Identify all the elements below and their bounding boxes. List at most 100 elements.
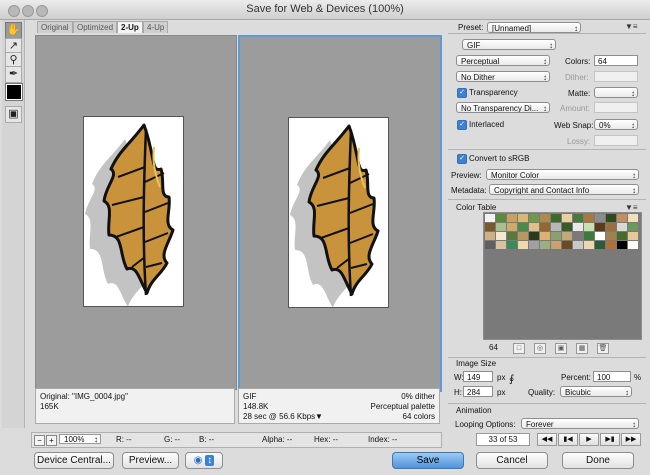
color-swatch[interactable]	[518, 214, 528, 222]
interlaced-checkbox[interactable]: ✓	[457, 120, 467, 130]
color-swatch[interactable]	[518, 241, 528, 249]
preview-color-select[interactable]: Monitor Color	[486, 169, 639, 180]
speed-menu-icon[interactable]: ▼	[315, 412, 323, 422]
next-frame-icon[interactable]: ▶▮	[600, 433, 620, 446]
delete-color-icon[interactable]: 🗑	[597, 343, 609, 354]
metadata-select[interactable]: Copyright and Contact Info	[489, 184, 639, 195]
color-swatch[interactable]	[529, 214, 539, 222]
constrain-proportions-icon[interactable]: ∮	[509, 374, 514, 385]
color-swatch[interactable]	[507, 214, 517, 222]
map-to-transparent-icon[interactable]: □	[513, 343, 525, 354]
color-swatch[interactable]	[540, 241, 550, 249]
color-swatch[interactable]	[496, 241, 506, 249]
color-swatch[interactable]	[540, 223, 550, 231]
color-swatch[interactable]	[518, 223, 528, 231]
color-swatch[interactable]	[628, 232, 638, 240]
color-table-grid[interactable]	[483, 212, 642, 340]
format-select[interactable]: GIF	[462, 39, 556, 50]
color-swatch[interactable]	[595, 214, 605, 222]
color-swatch[interactable]	[551, 232, 561, 240]
color-swatch[interactable]	[628, 214, 638, 222]
color-swatch[interactable]	[595, 232, 605, 240]
previous-frame-icon[interactable]: ▮◀	[558, 433, 578, 446]
color-swatch[interactable]	[595, 223, 605, 231]
color-table-menu-icon[interactable]: ▼≡	[625, 203, 638, 212]
optimize-menu-icon[interactable]: ▼≡	[625, 22, 638, 31]
color-swatch[interactable]	[573, 214, 583, 222]
tab-4-up[interactable]: 4-Up	[143, 21, 169, 33]
tab-original[interactable]: Original	[37, 21, 73, 33]
color-swatch[interactable]	[540, 232, 550, 240]
color-swatch[interactable]	[551, 223, 561, 231]
color-swatch[interactable]	[628, 241, 638, 249]
color-swatch[interactable]	[507, 223, 517, 231]
color-swatch[interactable]	[496, 223, 506, 231]
hand-tool-icon[interactable]: ✋	[5, 22, 22, 39]
save-button[interactable]: Save	[392, 452, 464, 469]
looping-select[interactable]: Forever	[521, 418, 639, 429]
percent-field[interactable]: 100	[593, 371, 631, 382]
width-field[interactable]: 149	[463, 371, 493, 382]
color-swatch[interactable]	[485, 241, 495, 249]
done-button[interactable]: Done	[562, 452, 634, 469]
web-shift-icon[interactable]: ◎	[534, 343, 546, 354]
color-swatch[interactable]	[617, 232, 627, 240]
color-swatch[interactable]	[485, 214, 495, 222]
color-swatch[interactable]	[606, 232, 616, 240]
color-swatch[interactable]	[562, 232, 572, 240]
play-icon[interactable]: ▶	[579, 433, 599, 446]
matte-select[interactable]	[594, 87, 638, 98]
color-swatch[interactable]	[496, 232, 506, 240]
color-swatch[interactable]	[551, 214, 561, 222]
colors-field[interactable]: 64	[594, 55, 638, 66]
eyedropper-color-swatch[interactable]	[5, 83, 23, 101]
color-swatch[interactable]	[584, 241, 594, 249]
color-swatch[interactable]	[606, 223, 616, 231]
color-swatch[interactable]	[617, 241, 627, 249]
color-swatch[interactable]	[573, 223, 583, 231]
lock-color-icon[interactable]: ▣	[555, 343, 567, 354]
eyedropper-tool-icon[interactable]: ✒	[5, 66, 22, 83]
color-swatch[interactable]	[617, 223, 627, 231]
device-central-button[interactable]: Device Central...	[34, 452, 114, 469]
zoom-in-icon[interactable]: +	[46, 435, 57, 446]
color-swatch[interactable]	[551, 241, 561, 249]
cancel-button[interactable]: Cancel	[476, 452, 548, 469]
new-color-icon[interactable]: ▦	[576, 343, 588, 354]
color-swatch[interactable]	[562, 214, 572, 222]
color-swatch[interactable]	[606, 241, 616, 249]
preset-select[interactable]: [Unnamed]	[487, 22, 581, 33]
transparency-checkbox[interactable]: ✓	[457, 88, 467, 98]
zoom-dropdown-icon[interactable]: ↕	[94, 433, 98, 447]
browser-select-button[interactable]: ◉ ↕	[185, 452, 223, 469]
optimized-preview-pane[interactable]	[238, 35, 442, 392]
last-frame-icon[interactable]: ▶▶	[621, 433, 641, 446]
color-swatch[interactable]	[562, 241, 572, 249]
color-swatch[interactable]	[529, 241, 539, 249]
color-swatch[interactable]	[617, 214, 627, 222]
transparency-dither-select[interactable]: No Transparency Di...	[456, 102, 550, 113]
color-swatch[interactable]	[595, 241, 605, 249]
color-swatch[interactable]	[562, 223, 572, 231]
quality-select[interactable]: Bicubic	[560, 386, 632, 397]
color-swatch[interactable]	[584, 232, 594, 240]
tab-optimized[interactable]: Optimized	[73, 21, 118, 33]
convert-srgb-checkbox[interactable]: ✓	[457, 154, 467, 164]
height-field[interactable]: 284	[463, 386, 493, 397]
dither-algorithm-select[interactable]: No Dither	[456, 71, 550, 82]
color-swatch[interactable]	[573, 232, 583, 240]
color-swatch[interactable]	[529, 232, 539, 240]
color-swatch[interactable]	[518, 232, 528, 240]
color-reduction-select[interactable]: Perceptual	[456, 55, 550, 66]
color-swatch[interactable]	[584, 223, 594, 231]
color-swatch[interactable]	[496, 214, 506, 222]
color-swatch[interactable]	[573, 241, 583, 249]
color-swatch[interactable]	[485, 223, 495, 231]
original-preview-pane[interactable]	[35, 35, 237, 390]
color-swatch[interactable]	[529, 223, 539, 231]
toggle-slices-icon[interactable]: ▣	[5, 106, 22, 123]
web-snap-select[interactable]: 0%	[594, 119, 638, 130]
color-swatch[interactable]	[507, 241, 517, 249]
tab-2-up[interactable]: 2-Up	[117, 21, 143, 33]
preview-button[interactable]: Preview...	[122, 452, 179, 469]
